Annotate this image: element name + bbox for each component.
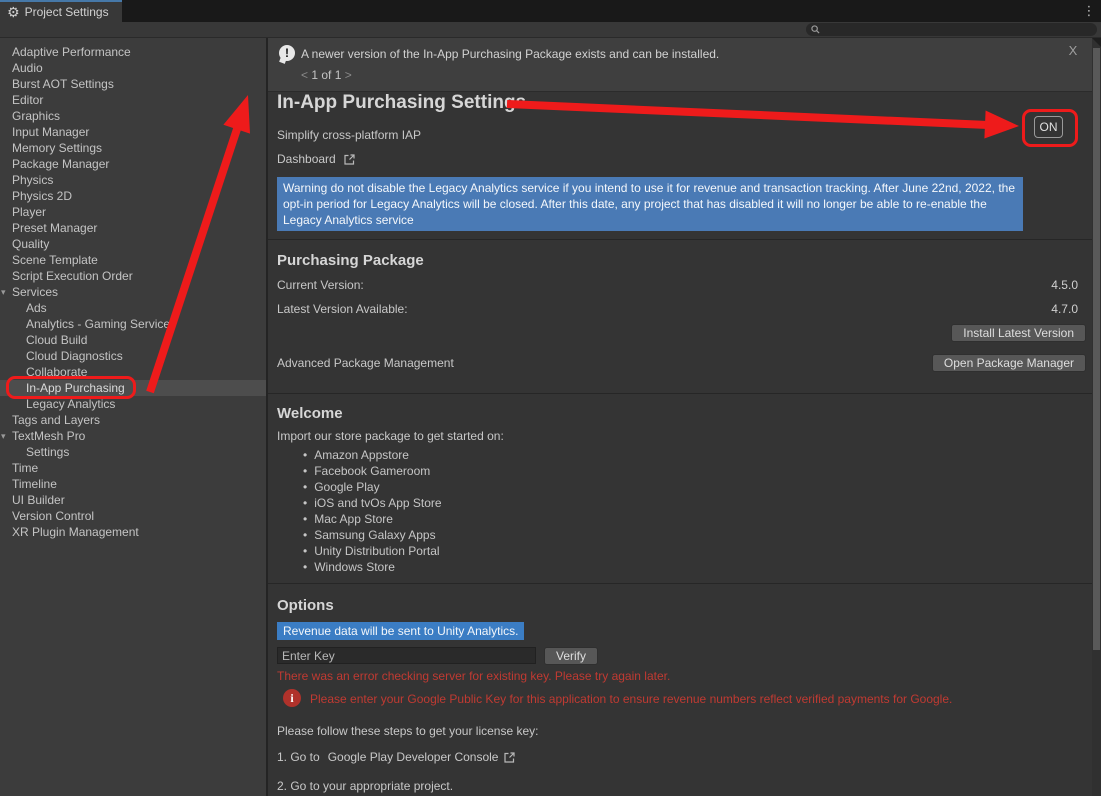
google-public-key-note: Please enter your Google Public Key for … — [310, 692, 1070, 706]
sidebar-item[interactable]: Physics — [0, 172, 266, 188]
sidebar-item[interactable]: Graphics — [0, 108, 266, 124]
section-divider — [268, 239, 1092, 240]
sidebar-item[interactable]: XR Plugin Management — [0, 524, 266, 540]
sidebar-item[interactable]: Cloud Diagnostics — [0, 348, 266, 364]
store-list-item: Samsung Galaxy Apps — [303, 527, 442, 543]
dashboard-label: Dashboard — [277, 152, 336, 166]
server-error-message: There was an error checking server for e… — [277, 669, 670, 683]
pager-next-icon[interactable]: > — [345, 68, 352, 82]
section-divider — [268, 583, 1092, 584]
close-icon[interactable]: X — [1065, 43, 1081, 59]
sidebar-item[interactable]: Analytics - Gaming Services — [0, 316, 266, 332]
sidebar-item[interactable]: ▾TextMesh Pro — [0, 428, 266, 444]
advanced-package-management-label: Advanced Package Management — [277, 356, 454, 370]
current-version-value: 4.5.0 — [1051, 278, 1078, 292]
step-1-text: 1. Go to — [277, 750, 320, 764]
settings-category-list: Adaptive PerformanceAudioBurst AOT Setti… — [0, 38, 266, 796]
vertical-scrollbar[interactable] — [1092, 38, 1101, 796]
welcome-heading: Welcome — [277, 405, 343, 422]
scrollbar-thumb[interactable] — [1093, 48, 1100, 650]
gear-icon: ⚙ — [7, 5, 20, 19]
sidebar-item[interactable]: Script Execution Order — [0, 268, 266, 284]
sidebar-item[interactable]: Time — [0, 460, 266, 476]
install-latest-version-button[interactable]: Install Latest Version — [951, 324, 1086, 342]
sidebar-item[interactable]: Preset Manager — [0, 220, 266, 236]
current-version-label: Current Version: — [277, 278, 364, 292]
simplify-iap-on-toggle[interactable]: ON — [1034, 116, 1063, 138]
sidebar-item[interactable]: Audio — [0, 60, 266, 76]
latest-version-label: Latest Version Available: — [277, 302, 408, 316]
google-play-console-link[interactable]: Google Play Developer Console — [328, 750, 499, 764]
sidebar-item[interactable]: Scene Template — [0, 252, 266, 268]
latest-version-value: 4.7.0 — [1051, 302, 1078, 316]
step-2: 2. Go to your appropriate project. — [277, 779, 453, 793]
sidebar-item[interactable]: Package Manager — [0, 156, 266, 172]
sidebar-item[interactable]: Player — [0, 204, 266, 220]
sidebar-item[interactable]: Version Control — [0, 508, 266, 524]
store-list-item: Google Play — [303, 479, 442, 495]
expander-icon[interactable]: ▾ — [1, 284, 6, 300]
notification-message: A newer version of the In-App Purchasing… — [301, 47, 719, 61]
revenue-note: Revenue data will be sent to Unity Analy… — [277, 622, 524, 640]
purchasing-package-heading: Purchasing Package — [277, 252, 424, 269]
alert-bubble-icon: ! — [279, 45, 295, 61]
sidebar-item[interactable]: Tags and Layers — [0, 412, 266, 428]
tab-bar: ⚙ Project Settings ⋮ — [0, 0, 1101, 22]
expander-icon[interactable]: ▾ — [1, 428, 6, 444]
steps-intro: Please follow these steps to get your li… — [277, 724, 538, 738]
dashboard-link[interactable]: Dashboard — [277, 152, 356, 166]
store-list-item: Amazon Appstore — [303, 447, 442, 463]
sidebar-item[interactable]: Legacy Analytics — [0, 396, 266, 412]
sidebar-item[interactable]: Quality — [0, 236, 266, 252]
pager-prev-icon[interactable]: < — [301, 68, 308, 82]
sidebar-item[interactable]: Settings — [0, 444, 266, 460]
open-package-manager-button[interactable]: Open Package Manager — [932, 354, 1086, 372]
sidebar-item[interactable]: Ads — [0, 300, 266, 316]
store-list: Amazon AppstoreFacebook GameroomGoogle P… — [303, 447, 442, 575]
sidebar-item[interactable]: Timeline — [0, 476, 266, 492]
section-divider — [268, 393, 1092, 394]
notification-pager: < 1 of 1 > — [301, 68, 352, 82]
store-list-item: Unity Distribution Portal — [303, 543, 442, 559]
store-list-item: Facebook Gameroom — [303, 463, 442, 479]
external-link-icon — [343, 153, 356, 166]
sidebar-item[interactable]: Collaborate — [0, 364, 266, 380]
pager-count: 1 of 1 — [311, 68, 341, 82]
main-panel: ! A newer version of the In-App Purchasi… — [268, 38, 1092, 796]
sidebar-item[interactable]: Cloud Build — [0, 332, 266, 348]
search-input[interactable] — [824, 24, 1084, 35]
sidebar-item[interactable]: Burst AOT Settings — [0, 76, 266, 92]
external-link-icon — [503, 751, 516, 764]
page-title: In-App Purchasing Settings — [277, 92, 526, 114]
search-icon — [811, 25, 820, 34]
info-icon: i — [283, 689, 301, 707]
legacy-analytics-warning: Warning do not disable the Legacy Analyt… — [277, 177, 1023, 231]
store-list-item: Mac App Store — [303, 511, 442, 527]
sidebar-item[interactable]: Adaptive Performance — [0, 44, 266, 60]
welcome-intro: Import our store package to get started … — [277, 429, 504, 443]
license-key-input[interactable] — [277, 647, 536, 664]
sidebar-item[interactable]: In-App Purchasing — [0, 380, 266, 396]
update-notification: ! A newer version of the In-App Purchasi… — [268, 38, 1092, 92]
sidebar-item[interactable]: UI Builder — [0, 492, 266, 508]
search-box[interactable] — [806, 23, 1097, 36]
options-heading: Options — [277, 597, 334, 614]
sidebar-item[interactable]: ▾Services — [0, 284, 266, 300]
sidebar-item[interactable]: Editor — [0, 92, 266, 108]
scrollbar-top-notch — [1092, 38, 1101, 47]
project-settings-window: ⚙ Project Settings ⋮ Adaptive Performanc… — [0, 0, 1101, 796]
toolbar — [0, 22, 1101, 38]
step-1: 1. Go to Google Play Developer Console — [277, 750, 516, 764]
sidebar-item[interactable]: Input Manager — [0, 124, 266, 140]
store-list-item: Windows Store — [303, 559, 442, 575]
verify-button[interactable]: Verify — [544, 647, 598, 665]
window-title: Project Settings — [25, 5, 109, 19]
store-list-item: iOS and tvOs App Store — [303, 495, 442, 511]
sidebar-item[interactable]: Memory Settings — [0, 140, 266, 156]
tab-project-settings[interactable]: ⚙ Project Settings — [0, 0, 122, 22]
page-subtitle: Simplify cross-platform IAP — [277, 128, 421, 142]
sidebar-item[interactable]: Physics 2D — [0, 188, 266, 204]
kebab-menu-icon[interactable]: ⋮ — [1081, 1, 1097, 21]
